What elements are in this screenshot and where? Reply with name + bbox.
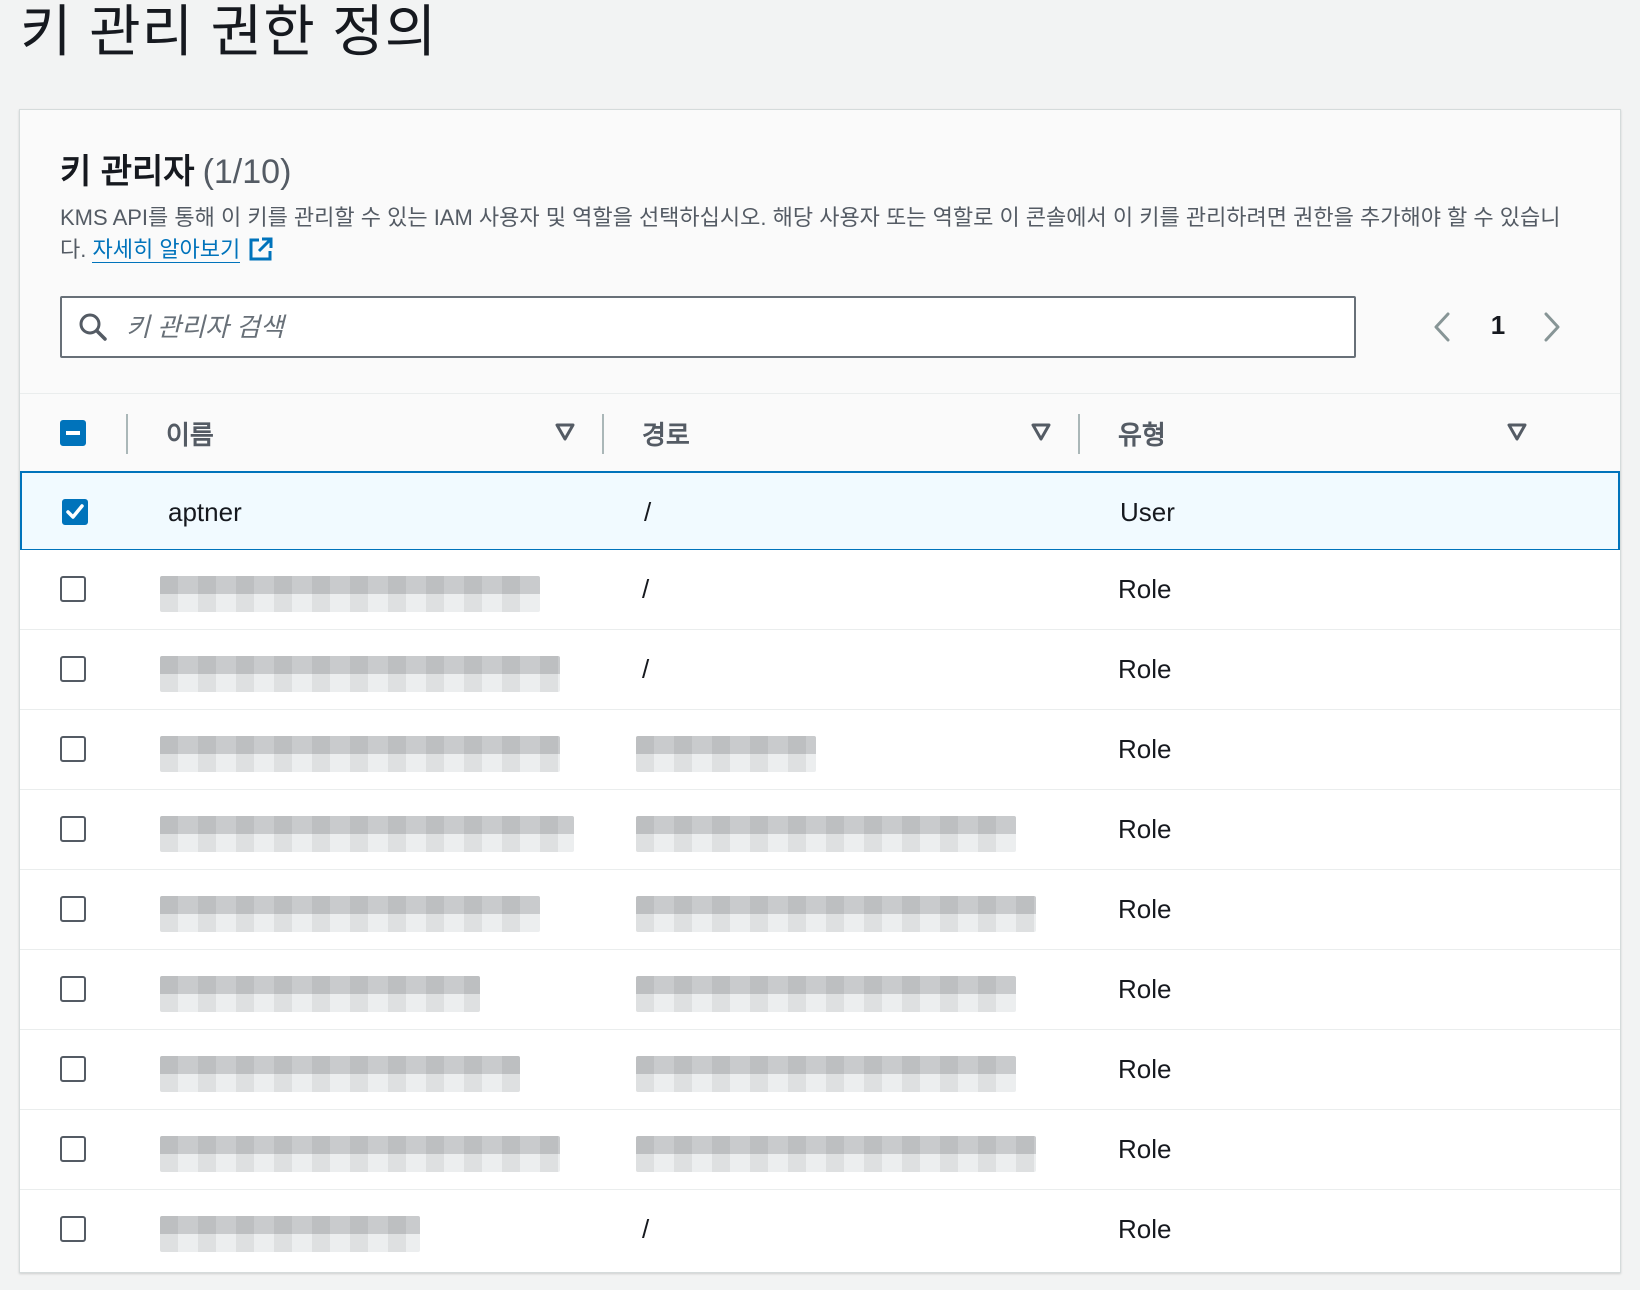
page-number[interactable]: 1 [1478,310,1518,341]
search-icon [78,312,108,347]
cell-type: Role [1118,1213,1172,1244]
external-link-icon[interactable] [248,236,274,271]
column-header-type[interactable]: 유형 [1118,394,1166,473]
caret-down-icon[interactable] [1030,422,1052,447]
page-title: 키 관리 권한 정의 [20,0,438,63]
column-divider[interactable] [1078,414,1080,454]
column-header-path[interactable]: 경로 [642,394,690,473]
cell-type: Role [1118,973,1172,1004]
row-checkbox[interactable] [60,816,86,842]
cell-type: Role [1118,733,1172,764]
section-title-text: 키 관리자 [60,153,195,191]
redacted-name [160,656,560,692]
selection-count: (1/10) [202,153,292,191]
row-checkbox[interactable] [60,656,86,682]
column-header-name[interactable]: 이름 [166,394,214,473]
caret-down-icon[interactable] [1506,422,1528,447]
redacted-path [636,816,1016,852]
cell-type: Role [1118,893,1172,924]
redacted-name [160,576,540,612]
row-checkbox[interactable] [60,976,86,1002]
row-checkbox[interactable] [60,896,86,922]
redacted-name [160,976,480,1012]
description-text: KMS API를 통해 이 키를 관리할 수 있는 IAM 사용자 및 역할을 … [60,205,1561,262]
cell-path: / [644,496,652,527]
column-divider[interactable] [602,414,604,454]
select-all-checkbox[interactable] [60,420,86,446]
cell-type: Role [1118,1053,1172,1084]
row-checkbox[interactable] [62,499,88,525]
table-row[interactable]: Role [20,1030,1620,1110]
pagination: 1 [1430,306,1580,348]
cell-type: Role [1118,573,1172,604]
redacted-path [636,736,816,772]
redacted-path [636,1136,1036,1172]
redacted-name [160,1056,520,1092]
cell-path: / [642,653,650,684]
cell-type: User [1120,496,1175,527]
row-checkbox[interactable] [60,1216,86,1242]
table-row[interactable]: Role [20,710,1620,790]
cell-name: aptner [168,496,242,527]
row-checkbox[interactable] [60,736,86,762]
cell-type: Role [1118,1133,1172,1164]
table-row[interactable]: Role [20,790,1620,870]
key-administrators-panel: 키 관리자 (1/10) KMS API를 통해 이 키를 관리할 수 있는 IA… [19,109,1621,1273]
cell-path: / [642,1213,650,1244]
redacted-path [636,1056,1016,1092]
table-row[interactable]: / Role [20,550,1620,630]
caret-down-icon[interactable] [554,422,576,447]
table-row[interactable]: Role [20,1110,1620,1190]
learn-more-link[interactable]: 자세히 알아보기 [92,237,241,263]
redacted-name [160,896,540,932]
cell-type: Role [1118,813,1172,844]
panel-header: 키 관리자 (1/10) KMS API를 통해 이 키를 관리할 수 있는 IA… [20,110,1620,393]
column-divider [126,414,128,454]
chevron-right-icon[interactable] [1540,310,1564,349]
cell-type: Role [1118,653,1172,684]
table-row[interactable]: / Role [20,1190,1620,1270]
table-row[interactable]: / Role [20,630,1620,710]
row-checkbox[interactable] [60,1056,86,1082]
redacted-name [160,1216,420,1252]
redacted-path [636,976,1016,1012]
row-checkbox[interactable] [60,576,86,602]
cell-path: / [642,573,650,604]
administrators-table: 이름 경로 유형 aptner / User / Role / Role Rol… [20,393,1620,1270]
table-row[interactable]: Role [20,950,1620,1030]
section-title: 키 관리자 (1/10) [60,150,291,194]
chevron-left-icon[interactable] [1430,310,1454,349]
redacted-name [160,816,574,852]
search-field[interactable] [60,296,1356,358]
section-description: KMS API를 통해 이 키를 관리할 수 있는 IAM 사용자 및 역할을 … [60,202,1580,271]
redacted-path [636,896,1036,932]
redacted-name [160,1136,560,1172]
table-row[interactable]: aptner / User [20,471,1620,551]
table-row[interactable]: Role [20,870,1620,950]
row-checkbox[interactable] [60,1136,86,1162]
search-input[interactable] [126,298,1326,356]
redacted-name [160,736,560,772]
table-header: 이름 경로 유형 [20,393,1620,472]
